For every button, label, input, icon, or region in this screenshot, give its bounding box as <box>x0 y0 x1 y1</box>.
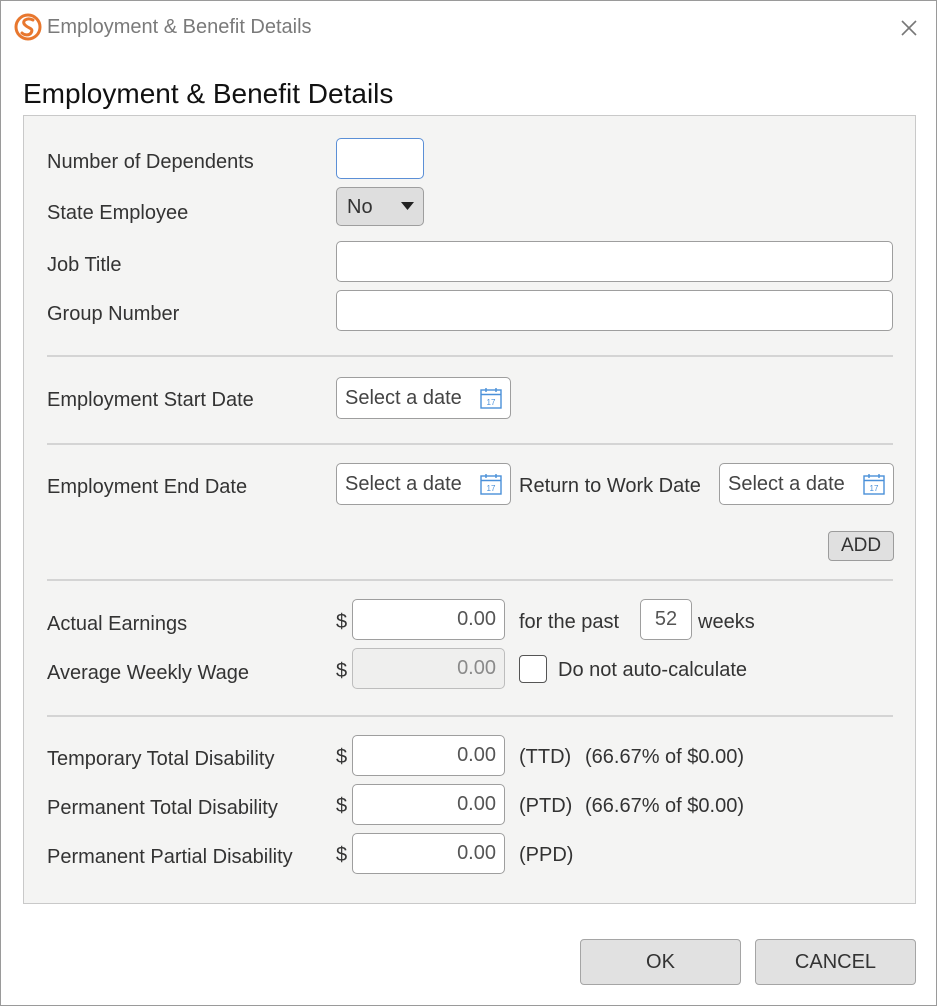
avg-weekly-wage-label: Average Weekly Wage <box>47 662 249 684</box>
auto-calculate-label[interactable]: Do not auto-calculate <box>558 659 747 682</box>
close-icon[interactable] <box>894 13 924 43</box>
actual-earnings-input[interactable] <box>352 599 505 640</box>
currency-symbol: $ <box>336 660 348 682</box>
job-title-label: Job Title <box>47 254 122 276</box>
calendar-icon[interactable]: 17 <box>862 472 886 496</box>
avg-weekly-wage-input <box>352 648 505 689</box>
ttd-label: Temporary Total Disability <box>47 748 275 770</box>
section-divider <box>47 579 893 581</box>
app-logo-icon <box>14 13 42 41</box>
end-date-picker[interactable]: Select a date 17 <box>336 463 511 505</box>
ttd-note: (66.67% of $0.00) <box>585 746 744 768</box>
actual-earnings-label: Actual Earnings <box>47 613 188 635</box>
ppd-code: (PPD) <box>519 844 574 866</box>
ppd-input[interactable] <box>352 833 505 874</box>
svg-text:17: 17 <box>487 398 496 407</box>
ptd-input[interactable] <box>352 784 505 825</box>
return-date-picker[interactable]: Select a date 17 <box>719 463 894 505</box>
job-title-input[interactable] <box>336 241 893 282</box>
for-the-past-text: for the past <box>519 611 620 633</box>
state-employee-label: State Employee <box>47 202 189 224</box>
currency-symbol: $ <box>336 746 348 768</box>
add-button[interactable]: ADD <box>828 531 894 561</box>
ptd-note: (66.67% of $0.00) <box>585 795 744 817</box>
window-title: Employment & Benefit Details <box>47 16 312 38</box>
svg-text:17: 17 <box>487 484 496 493</box>
ptd-label: Permanent Total Disability <box>47 797 278 819</box>
currency-symbol: $ <box>336 844 348 866</box>
form-panel: Number of Dependents State Employee No J… <box>23 115 916 904</box>
dependents-label: Number of Dependents <box>47 151 254 173</box>
currency-symbol: $ <box>336 795 348 817</box>
ok-button[interactable]: OK <box>580 939 741 985</box>
weeks-text: weeks <box>698 611 755 633</box>
return-date-placeholder: Select a date <box>728 473 845 495</box>
section-divider <box>47 443 893 445</box>
ptd-code: (PTD) <box>519 795 573 817</box>
group-number-label: Group Number <box>47 303 180 325</box>
ppd-label: Permanent Partial Disability <box>47 846 293 868</box>
svg-text:17: 17 <box>870 484 879 493</box>
weeks-input[interactable] <box>640 599 692 640</box>
dependents-input[interactable] <box>336 138 424 179</box>
ttd-code: (TTD) <box>519 746 572 768</box>
section-divider <box>47 715 893 717</box>
state-employee-select[interactable]: No <box>336 187 424 226</box>
end-date-label: Employment End Date <box>47 476 248 498</box>
group-number-input[interactable] <box>336 290 893 331</box>
title-bar: Employment & Benefit Details <box>1 1 936 57</box>
start-date-picker[interactable]: Select a date 17 <box>336 377 511 419</box>
section-divider <box>47 355 893 357</box>
return-date-label: Return to Work Date <box>519 475 701 497</box>
caret-down-icon <box>401 202 414 210</box>
start-date-placeholder: Select a date <box>345 387 462 409</box>
end-date-placeholder: Select a date <box>345 473 462 495</box>
currency-symbol: $ <box>336 611 348 633</box>
calendar-icon[interactable]: 17 <box>479 472 503 496</box>
dialog-window: Employment & Benefit Details Employment … <box>0 0 937 1006</box>
dialog-heading: Employment & Benefit Details <box>23 78 394 109</box>
auto-calculate-checkbox[interactable] <box>519 655 547 683</box>
start-date-label: Employment Start Date <box>47 389 254 411</box>
cancel-button[interactable]: CANCEL <box>755 939 916 985</box>
calendar-icon[interactable]: 17 <box>479 386 503 410</box>
ttd-input[interactable] <box>352 735 505 776</box>
state-employee-value: No <box>347 196 373 218</box>
